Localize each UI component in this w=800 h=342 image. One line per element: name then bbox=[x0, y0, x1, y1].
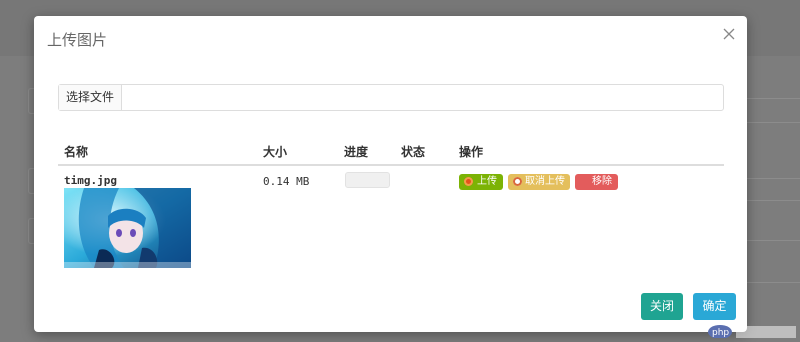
file-name: timg.jpg bbox=[64, 174, 117, 187]
upload-icon bbox=[464, 177, 473, 186]
choose-file-button[interactable]: 选择文件 bbox=[59, 85, 122, 110]
upload-button-label: 上传 bbox=[477, 176, 497, 187]
image-thumbnail bbox=[64, 188, 191, 268]
column-header-size: 大小 bbox=[263, 145, 288, 159]
column-header-action: 操作 bbox=[459, 145, 484, 159]
background-divider bbox=[740, 178, 800, 179]
cancel-icon bbox=[513, 177, 522, 186]
column-header-name: 名称 bbox=[64, 145, 89, 159]
cancel-upload-button[interactable]: 取消上传 bbox=[508, 174, 570, 190]
dialog-title: 上传图片 bbox=[47, 31, 108, 49]
remove-button-label: 移除 bbox=[592, 176, 612, 187]
column-header-status: 状态 bbox=[401, 145, 426, 159]
close-icon[interactable] bbox=[721, 26, 737, 42]
file-size: 0.14 MB bbox=[263, 175, 310, 188]
background-divider bbox=[740, 200, 800, 201]
column-header-progress: 进度 bbox=[344, 145, 369, 159]
remove-button[interactable]: 移除 bbox=[575, 174, 618, 190]
background-divider bbox=[740, 122, 800, 123]
close-button[interactable]: 关闭 bbox=[641, 293, 683, 320]
cancel-upload-button-label: 取消上传 bbox=[525, 176, 565, 187]
svg-text:php: php bbox=[712, 328, 729, 338]
table-header: 名称 大小 进度 状态 操作 bbox=[58, 141, 724, 166]
background-divider bbox=[740, 240, 800, 241]
watermark-logo: php bbox=[700, 318, 800, 339]
background-divider bbox=[740, 282, 800, 283]
upload-button[interactable]: 上传 bbox=[459, 174, 503, 190]
file-picker: 选择文件 bbox=[58, 84, 724, 111]
background-divider bbox=[740, 98, 800, 99]
confirm-button[interactable]: 确定 bbox=[693, 293, 736, 320]
upload-progress-bar bbox=[345, 172, 390, 188]
upload-dialog: 上传图片 选择文件 名称 大小 进度 状态 操作 timg.jpg 0.14 M… bbox=[34, 16, 747, 332]
